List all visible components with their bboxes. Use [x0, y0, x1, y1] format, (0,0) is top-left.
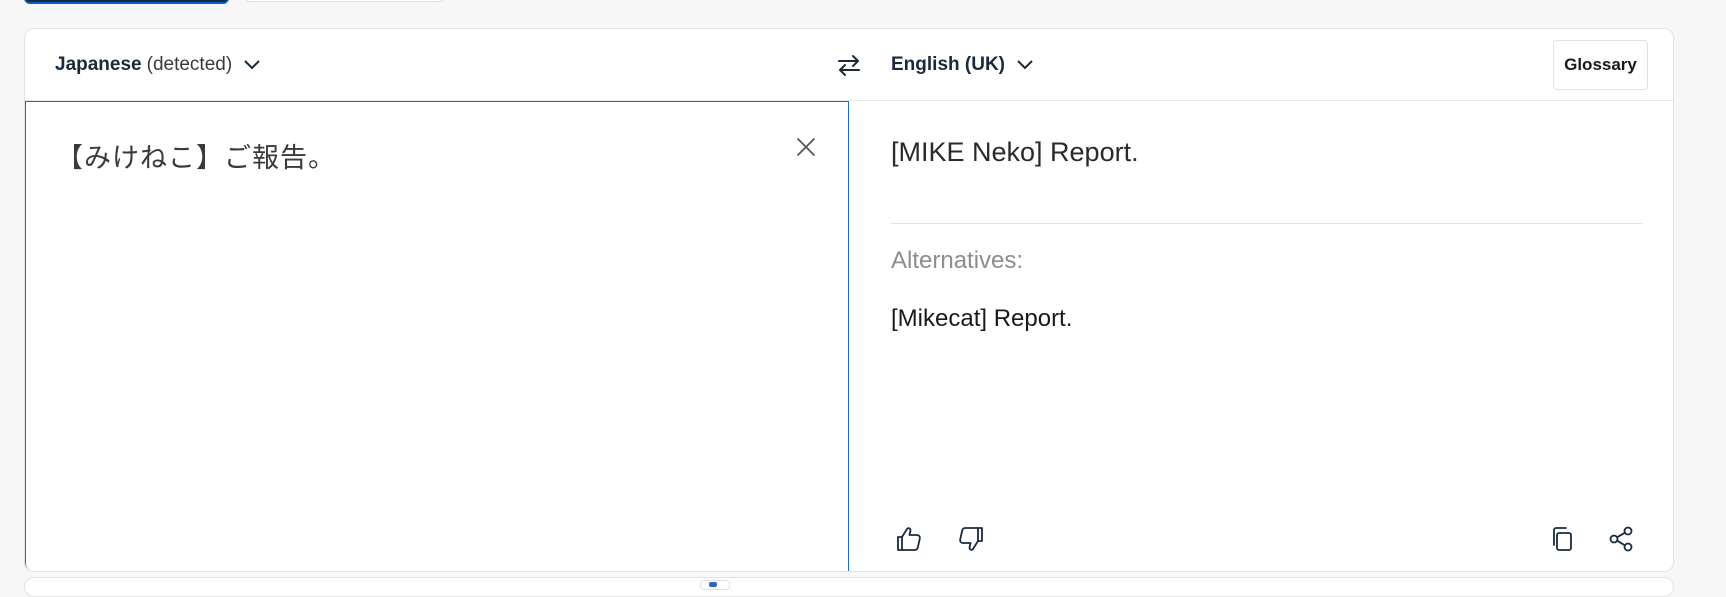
alternatives-label: Alternatives:	[891, 247, 1024, 274]
tab-active[interactable]	[24, 0, 229, 2]
clear-source-button[interactable]	[791, 132, 821, 162]
thumbs-up-icon	[897, 527, 921, 551]
thumbs-down-button[interactable]	[951, 519, 991, 559]
close-icon	[797, 138, 815, 156]
glossary-button[interactable]: Glossary	[1553, 40, 1648, 90]
source-language-selector[interactable]: Japanese (detected)	[55, 29, 262, 101]
thumbs-up-button[interactable]	[889, 519, 929, 559]
source-language-hint: (detected)	[146, 54, 233, 75]
chevron-down-icon	[242, 55, 262, 75]
swap-languages-button[interactable]	[833, 49, 865, 81]
alternative-item[interactable]: [Mikecat] Report.	[891, 305, 1072, 333]
copy-icon	[1553, 527, 1572, 551]
translator-header: Japanese (detected) English (UK) Glossar…	[25, 29, 1673, 101]
tab-inactive[interactable]	[243, 0, 446, 2]
swap-arrows-icon	[838, 55, 860, 76]
source-text[interactable]: 【みけねこ】ご報告。	[56, 136, 336, 175]
next-card	[24, 577, 1674, 597]
translation-text[interactable]: [MIKE Neko] Report.	[891, 137, 1139, 168]
divider	[891, 223, 1643, 224]
bottom-handle[interactable]	[700, 580, 730, 590]
target-text-area: [MIKE Neko] Report. Alternatives: [Mikec…	[849, 101, 1673, 571]
share-icon	[1609, 526, 1633, 552]
chevron-down-icon	[1015, 55, 1035, 75]
target-language-selector[interactable]: English (UK)	[891, 29, 1035, 101]
copy-button[interactable]	[1543, 519, 1583, 559]
translator-card: Japanese (detected) English (UK) Glossar…	[24, 28, 1674, 572]
share-button[interactable]	[1601, 519, 1641, 559]
target-language-name: English (UK)	[891, 54, 1005, 75]
source-text-area[interactable]: 【みけねこ】ご報告。	[25, 101, 849, 571]
source-language-name: Japanese	[55, 54, 142, 75]
thumbs-down-icon	[959, 527, 983, 551]
